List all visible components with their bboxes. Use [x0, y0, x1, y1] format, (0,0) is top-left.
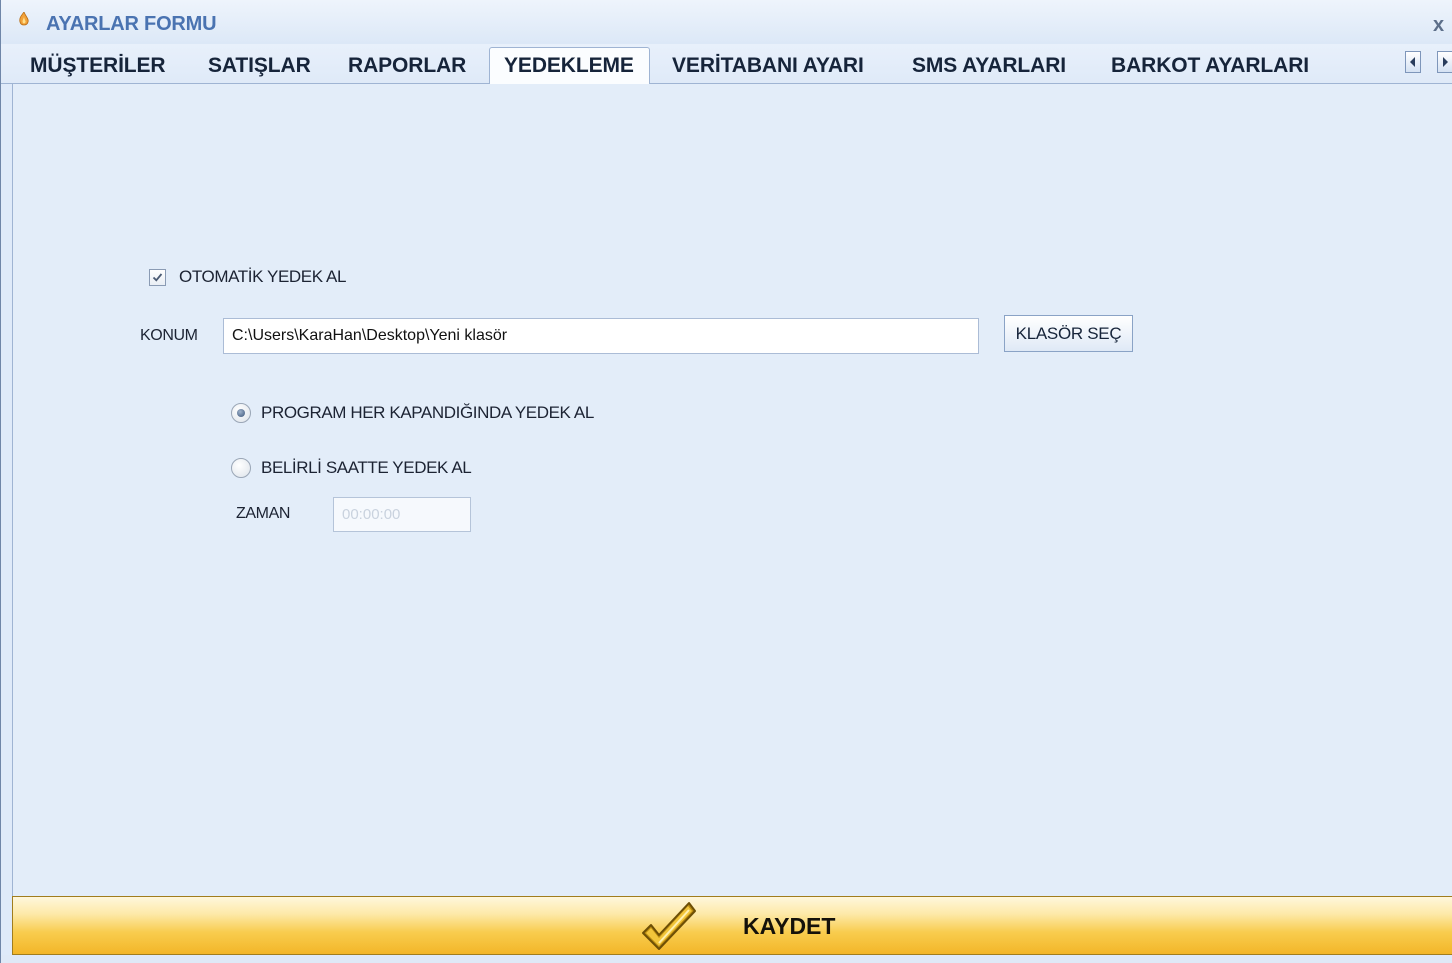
app-icon	[18, 11, 30, 28]
save-label: KAYDET	[743, 913, 836, 939]
backup-tab-panel	[12, 84, 1452, 896]
backup-on-close-label: PROGRAM HER KAPANDIĞINDA YEDEK AL	[261, 403, 594, 422]
backup-at-time-label: BELİRLİ SAATTE YEDEK AL	[261, 458, 472, 477]
title-bar[interactable]: AYARLAR FORMU x	[1, 0, 1452, 44]
window-bottom-border	[1, 955, 1452, 963]
tab-bar: MÜŞTERİLER SATIŞLAR RAPORLAR YEDEKLEME V…	[1, 44, 1452, 85]
window-title: AYARLAR FORMU	[46, 13, 217, 35]
tab-musteriler[interactable]: MÜŞTERİLER	[30, 54, 166, 82]
tab-satislar[interactable]: SATIŞLAR	[208, 54, 311, 82]
location-label: KONUM	[140, 327, 198, 344]
choose-folder-button[interactable]: KLASÖR SEÇ	[1004, 315, 1133, 352]
time-input[interactable]	[333, 497, 471, 532]
close-button[interactable]: x	[1433, 14, 1452, 36]
settings-window: AYARLAR FORMU x MÜŞTERİLER SATIŞLAR RAPO…	[0, 0, 1452, 963]
tab-raporlar[interactable]: RAPORLAR	[348, 54, 466, 82]
auto-backup-checkbox[interactable]	[149, 269, 166, 286]
tab-veritabani-ayari[interactable]: VERİTABANI AYARI	[672, 54, 864, 82]
tab-scroll-left-button[interactable]	[1405, 51, 1421, 73]
backup-on-close-radio[interactable]	[231, 403, 251, 423]
tab-sms-ayarlari[interactable]: SMS AYARLARI	[912, 54, 1066, 82]
chevron-left-icon	[1410, 57, 1415, 67]
tab-yedekleme[interactable]: YEDEKLEME	[489, 47, 650, 85]
checkmark-icon	[629, 897, 701, 960]
tab-barkot-ayarlari[interactable]: BARKOT AYARLARI	[1111, 54, 1309, 82]
chevron-right-icon	[1443, 57, 1448, 67]
backup-at-time-radio[interactable]	[231, 458, 251, 478]
tab-scroll-right-button[interactable]	[1437, 51, 1452, 73]
time-label: ZAMAN	[236, 505, 291, 522]
save-button[interactable]: KAYDET	[12, 896, 1452, 955]
location-input[interactable]	[223, 318, 979, 354]
auto-backup-label: OTOMATİK YEDEK AL	[179, 267, 347, 286]
checkmark-icon	[152, 273, 163, 282]
